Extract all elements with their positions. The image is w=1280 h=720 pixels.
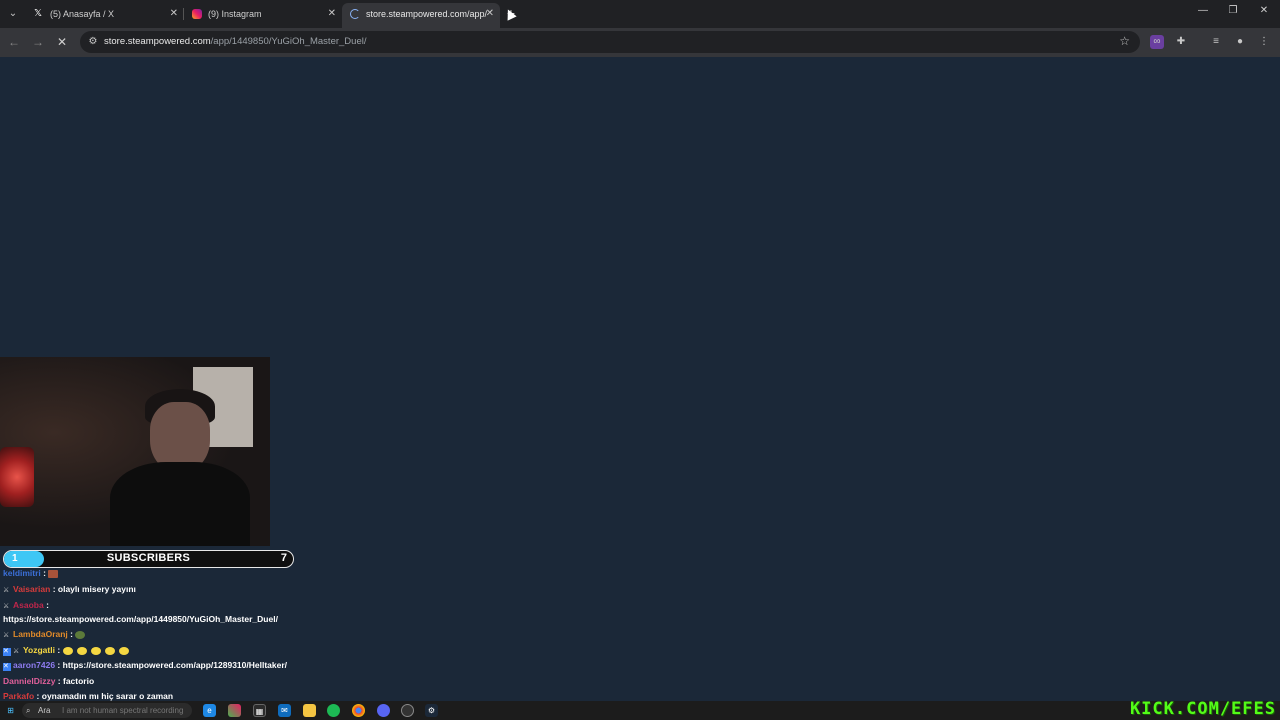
outlook-icon[interactable]: ✉ xyxy=(278,704,291,717)
close-icon[interactable]: ✕ xyxy=(170,3,178,25)
chat-message: ⚔ Asaoba : xyxy=(3,600,49,611)
profile-avatar-icon[interactable]: ● xyxy=(1233,35,1247,49)
site-info-icon[interactable]: ⚙ xyxy=(86,35,100,49)
x-logo-icon: 𝕏 xyxy=(34,8,43,19)
chat-emote-icon xyxy=(76,646,87,655)
boost-badge-icon: ✕ xyxy=(3,648,11,656)
chat-text: https://store.steampowered.com/app/14498… xyxy=(3,614,278,624)
chat-message: Parkafo : oynamadın mı hiç sarar o zaman xyxy=(3,691,173,701)
menu-icon[interactable]: ⋮ xyxy=(1257,35,1271,49)
bookmark-star-icon[interactable]: ☆ xyxy=(1119,34,1130,48)
tab-steam[interactable]: store.steampowered.com/app/ ✕ xyxy=(342,3,500,28)
sword-badge-icon: ⚔ xyxy=(3,587,10,594)
chat-separator: : xyxy=(43,600,49,610)
chat-username[interactable]: Yozgatli xyxy=(23,645,55,655)
close-window-button[interactable]: ✕ xyxy=(1254,5,1274,16)
spotify-icon[interactable] xyxy=(327,704,340,717)
chat-emote-icon xyxy=(104,646,115,655)
chat-text: oynamadın mı hiç sarar o zaman xyxy=(41,691,174,701)
chat-username[interactable]: aaron7426 xyxy=(13,660,55,670)
instagram-icon xyxy=(192,9,202,19)
boost-badge-icon: ✕ xyxy=(3,663,11,671)
tab-strip: ⌄ 𝕏 (5) Anasayfa / X ✕ (9) Instagram ✕ s… xyxy=(0,0,1280,28)
back-button[interactable]: ← xyxy=(6,34,22,50)
steam-icon[interactable]: ⚙ xyxy=(425,704,438,717)
chat-emote-icon xyxy=(118,646,129,655)
chrome-icon[interactable] xyxy=(352,704,365,717)
taskbar-search-placeholder: Ara xyxy=(38,706,51,715)
chat-text: olaylı misery yayını xyxy=(57,584,136,594)
chat-separator: : xyxy=(34,691,42,701)
taskbar-search[interactable]: ⌕ Ara I am not human spectral recording xyxy=(22,703,192,718)
close-icon[interactable]: ✕ xyxy=(328,3,336,25)
chat-message: DannielDizzy : factorio xyxy=(3,676,94,686)
url-host: store.steampowered.com xyxy=(104,36,211,47)
chat-username[interactable]: Parkafo xyxy=(3,691,34,701)
media-control-icon[interactable]: ≡ xyxy=(1209,35,1223,49)
chat-username[interactable]: Vaisarian xyxy=(13,584,50,594)
subscriber-goal: 7 xyxy=(280,552,287,564)
sword-badge-icon: ⚔ xyxy=(3,603,10,610)
tab-title: (9) Instagram xyxy=(208,9,262,19)
chat-separator: : xyxy=(67,629,76,639)
store-icon[interactable]: ▦ xyxy=(253,704,266,717)
chat-username[interactable]: LambdaOranj xyxy=(13,629,68,639)
maximize-button[interactable]: ❐ xyxy=(1223,5,1243,16)
address-url: store.steampowered.com/app/1449850/YuGiO… xyxy=(104,36,366,47)
chat-emote-icon xyxy=(90,646,101,655)
chat-username[interactable]: Asaoba xyxy=(13,600,44,610)
close-icon[interactable]: ✕ xyxy=(486,3,494,25)
chat-separator: : xyxy=(55,676,63,686)
tab-title: store.steampowered.com/app/ xyxy=(366,9,488,19)
chat-message: ✕ aaron7426 : https://store.steampowered.… xyxy=(3,660,287,671)
stop-loading-button[interactable]: ✕ xyxy=(54,34,70,50)
kick-watermark: KICK.COM/EFES xyxy=(1129,699,1276,719)
explorer-icon[interactable] xyxy=(303,704,316,717)
chat-message: ⚔ LambdaOranj : xyxy=(3,629,89,640)
sword-badge-icon: ⚔ xyxy=(3,632,10,639)
forward-button[interactable]: → xyxy=(30,34,46,50)
chat-message: https://store.steampowered.com/app/14498… xyxy=(3,614,278,624)
discord-icon[interactable] xyxy=(377,704,390,717)
chat-message: ⚔ Vaisarian : olaylı misery yayını xyxy=(3,584,136,595)
chat-username[interactable]: DannielDizzy xyxy=(3,676,55,686)
extension-icon[interactable]: ∞ xyxy=(1150,35,1164,49)
taskbar: ⊞ ⌕ Ara I am not human spectral recordin… xyxy=(0,701,1280,720)
subscriber-label: SUBSCRIBERS xyxy=(106,552,191,564)
obs-icon[interactable] xyxy=(401,704,414,717)
url-path: /app/1449850/YuGiOh_Master_Duel/ xyxy=(210,36,367,47)
chat-emote-icon xyxy=(75,630,86,639)
copilot-icon[interactable] xyxy=(228,704,241,717)
chat-text: factorio xyxy=(63,676,95,686)
address-bar[interactable]: ⚙ store.steampowered.com/app/1449850/YuG… xyxy=(80,31,1140,53)
loading-icon xyxy=(350,9,360,19)
chat-message: keldimitri : xyxy=(3,568,62,578)
tab-x[interactable]: 𝕏 (5) Anasayfa / X ✕ xyxy=(26,3,184,28)
search-overlay-text: I am not human spectral recording xyxy=(62,706,184,715)
sword-badge-icon: ⚔ xyxy=(13,648,20,655)
chat-emote-icon xyxy=(48,569,59,578)
webcam-body xyxy=(110,462,250,546)
chat-message: ✕ ⚔ Yozgatli : xyxy=(3,645,133,656)
webcam-lamp xyxy=(0,447,34,507)
chat-separator: : xyxy=(55,660,63,670)
chat-separator: : xyxy=(40,568,49,578)
minimize-button[interactable]: — xyxy=(1193,5,1213,16)
tab-title: (5) Anasayfa / X xyxy=(50,9,115,19)
tab-search-button[interactable]: ⌄ xyxy=(4,5,22,23)
browser-toolbar: ← → ✕ ⚙ store.steampowered.com/app/14498… xyxy=(0,28,1280,57)
search-icon: ⌕ xyxy=(26,706,31,715)
start-icon[interactable]: ⊞ xyxy=(4,704,17,717)
tab-instagram[interactable]: (9) Instagram ✕ xyxy=(184,3,342,28)
chat-emote-icon xyxy=(62,646,73,655)
chat-text: https://store.steampowered.com/app/12893… xyxy=(62,660,288,670)
chat-separator: : xyxy=(54,645,63,655)
extensions-puzzle-icon[interactable]: ✚ xyxy=(1174,35,1188,49)
chat-separator: : xyxy=(50,584,58,594)
webcam-feed xyxy=(0,357,270,546)
subscriber-goal-bar: 1 SUBSCRIBERS 7 xyxy=(3,550,294,568)
edge-icon[interactable]: e xyxy=(203,704,216,717)
chat-username[interactable]: keldimitri xyxy=(3,568,41,578)
